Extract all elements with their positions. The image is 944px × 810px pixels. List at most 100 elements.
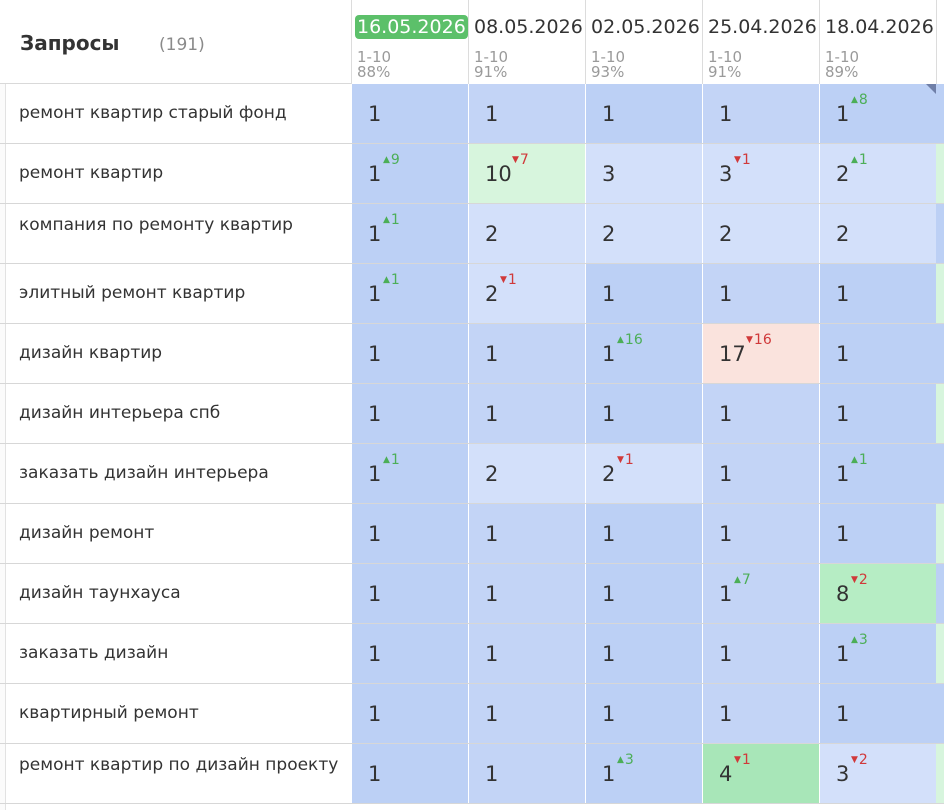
query-text[interactable]: дизайн квартир (19, 344, 339, 362)
position-cell[interactable]: 1 (819, 324, 936, 383)
position-value: 1 (485, 642, 499, 666)
position-cell[interactable]: 1 (351, 744, 468, 803)
position-cell[interactable]: 1 (351, 84, 468, 143)
date-label[interactable]: 18.04.2026 (823, 15, 936, 39)
position-cell[interactable]: 3 ▼1 (702, 144, 819, 203)
position-value: 1 (602, 642, 616, 666)
next-column-cell (936, 144, 944, 203)
date-column-header[interactable]: 18.04.2026 1-10 89% (819, 0, 936, 84)
position-cell[interactable]: 1 (468, 564, 585, 623)
position-cell[interactable]: 17 ▼16 (702, 324, 819, 383)
date-column-header[interactable]: 08.05.2026 1-10 91% (468, 0, 585, 84)
date-column-header[interactable]: 25.04.2026 1-10 91% (702, 0, 819, 84)
position-cell[interactable]: 1 ▲16 (585, 324, 702, 383)
position-cell[interactable]: 1 (819, 264, 936, 323)
position-cell[interactable]: 2 (819, 204, 936, 263)
position-cell[interactable]: 1 (585, 264, 702, 323)
position-cell[interactable]: 10 ▼7 (468, 144, 585, 203)
query-text[interactable]: ремонт квартир старый фонд (19, 104, 339, 122)
position-cell[interactable]: 2 (585, 204, 702, 263)
position-cell[interactable]: 1 (468, 744, 585, 803)
queries-title[interactable]: Запросы (20, 31, 120, 55)
position-cell[interactable]: 1 (351, 384, 468, 443)
position-cell[interactable]: 2 (702, 204, 819, 263)
position-cell[interactable]: 1 (468, 84, 585, 143)
position-cell[interactable]: 2 (468, 204, 585, 263)
next-column-cell (936, 324, 944, 383)
note-corner-icon[interactable] (926, 84, 936, 94)
position-cell[interactable]: 1 ▲8 (819, 84, 936, 143)
position-cell[interactable]: 1 (702, 624, 819, 683)
change-value: 2 (858, 572, 868, 588)
date-label[interactable]: 25.04.2026 (706, 15, 819, 39)
position-cell[interactable]: 3 (585, 144, 702, 203)
queries-header[interactable]: Запросы (191) (0, 0, 351, 84)
query-text[interactable]: квартирный ремонт (19, 704, 339, 722)
position-cell[interactable]: 1 (585, 564, 702, 623)
position-cell[interactable]: 1 (702, 264, 819, 323)
position-cell[interactable]: 1 (468, 624, 585, 683)
visibility-percent: 88% (357, 63, 391, 81)
position-cell[interactable]: 1 (585, 624, 702, 683)
position-cell[interactable]: 1 (585, 684, 702, 743)
query-text[interactable]: ремонт квартир по дизайн проекту (19, 756, 339, 774)
position-cell[interactable]: 1 (468, 384, 585, 443)
position-cell[interactable]: 1 (819, 684, 936, 743)
position-cell[interactable]: 1 (351, 504, 468, 563)
position-cell[interactable]: 1 (351, 684, 468, 743)
query-text[interactable]: ремонт квартир (19, 164, 339, 182)
position-cell[interactable]: 1 (468, 684, 585, 743)
query-text[interactable]: дизайн интерьера спб (19, 404, 339, 422)
position-cell[interactable]: 1 ▲1 (351, 204, 468, 263)
position-cell[interactable]: 1 ▲1 (351, 444, 468, 503)
position-cell[interactable]: 1 (468, 324, 585, 383)
position-cell[interactable]: 2 ▼1 (585, 444, 702, 503)
position-cell[interactable]: 1 (468, 504, 585, 563)
query-text[interactable]: дизайн таунхауса (19, 584, 339, 602)
date-label[interactable]: 08.05.2026 (472, 15, 585, 39)
table-row: дизайн ремонт 1 1 1 1 1 (0, 504, 944, 564)
position-cell[interactable]: 1 (702, 84, 819, 143)
date-label[interactable]: 16.05.2026 (355, 15, 468, 39)
position-cell[interactable]: 1 ▲7 (702, 564, 819, 623)
position-cell[interactable]: 1 (585, 384, 702, 443)
position-cell[interactable]: 1 (351, 324, 468, 383)
position-cell[interactable]: 3 ▼2 (819, 744, 936, 803)
position-change: ▲8 (851, 92, 868, 108)
position-cell[interactable]: 2 ▲1 (819, 144, 936, 203)
position-value: 1 (836, 342, 850, 366)
position-cell[interactable]: 2 (468, 444, 585, 503)
position-cell[interactable]: 1 ▲1 (351, 264, 468, 323)
table-row: дизайн квартир 1 1 1 ▲16 17 ▼16 1 (0, 324, 944, 384)
position-value: 1 (368, 282, 382, 306)
position-cell[interactable]: 1 (702, 684, 819, 743)
query-text[interactable]: заказать дизайн (19, 644, 339, 662)
position-cell[interactable]: 1 ▲9 (351, 144, 468, 203)
position-cell[interactable]: 1 (702, 504, 819, 563)
position-cell[interactable]: 1 (702, 444, 819, 503)
position-cell[interactable]: 1 (819, 384, 936, 443)
query-text[interactable]: дизайн ремонт (19, 524, 339, 542)
query-text[interactable]: элитный ремонт квартир (19, 284, 339, 302)
position-cell[interactable]: 1 (585, 504, 702, 563)
position-cell[interactable]: 1 (819, 504, 936, 563)
next-column-cell (936, 204, 944, 263)
table-row: компания по ремонту квартир 1 ▲1 2 2 2 2 (0, 204, 944, 264)
position-cell[interactable]: 1 (702, 384, 819, 443)
position-cell[interactable]: 1 ▲1 (819, 444, 936, 503)
position-cell[interactable]: 2 ▼1 (468, 264, 585, 323)
date-column-header[interactable]: 16.05.2026 1-10 88% (351, 0, 468, 84)
position-cell[interactable]: 1 (351, 624, 468, 683)
position-value: 1 (485, 702, 499, 726)
query-text[interactable]: компания по ремонту квартир (19, 216, 339, 234)
position-cell[interactable]: 1 ▲3 (585, 744, 702, 803)
position-cell[interactable]: 1 ▲3 (819, 624, 936, 683)
position-cell[interactable]: 4 ▼1 (702, 744, 819, 803)
position-change: ▲3 (617, 752, 634, 768)
position-cell[interactable]: 8 ▼2 (819, 564, 936, 623)
query-text[interactable]: заказать дизайн интерьера (19, 464, 339, 482)
position-cell[interactable]: 1 (585, 84, 702, 143)
position-cell[interactable]: 1 (351, 564, 468, 623)
date-column-header[interactable]: 02.05.2026 1-10 93% (585, 0, 702, 84)
date-label[interactable]: 02.05.2026 (589, 15, 702, 39)
